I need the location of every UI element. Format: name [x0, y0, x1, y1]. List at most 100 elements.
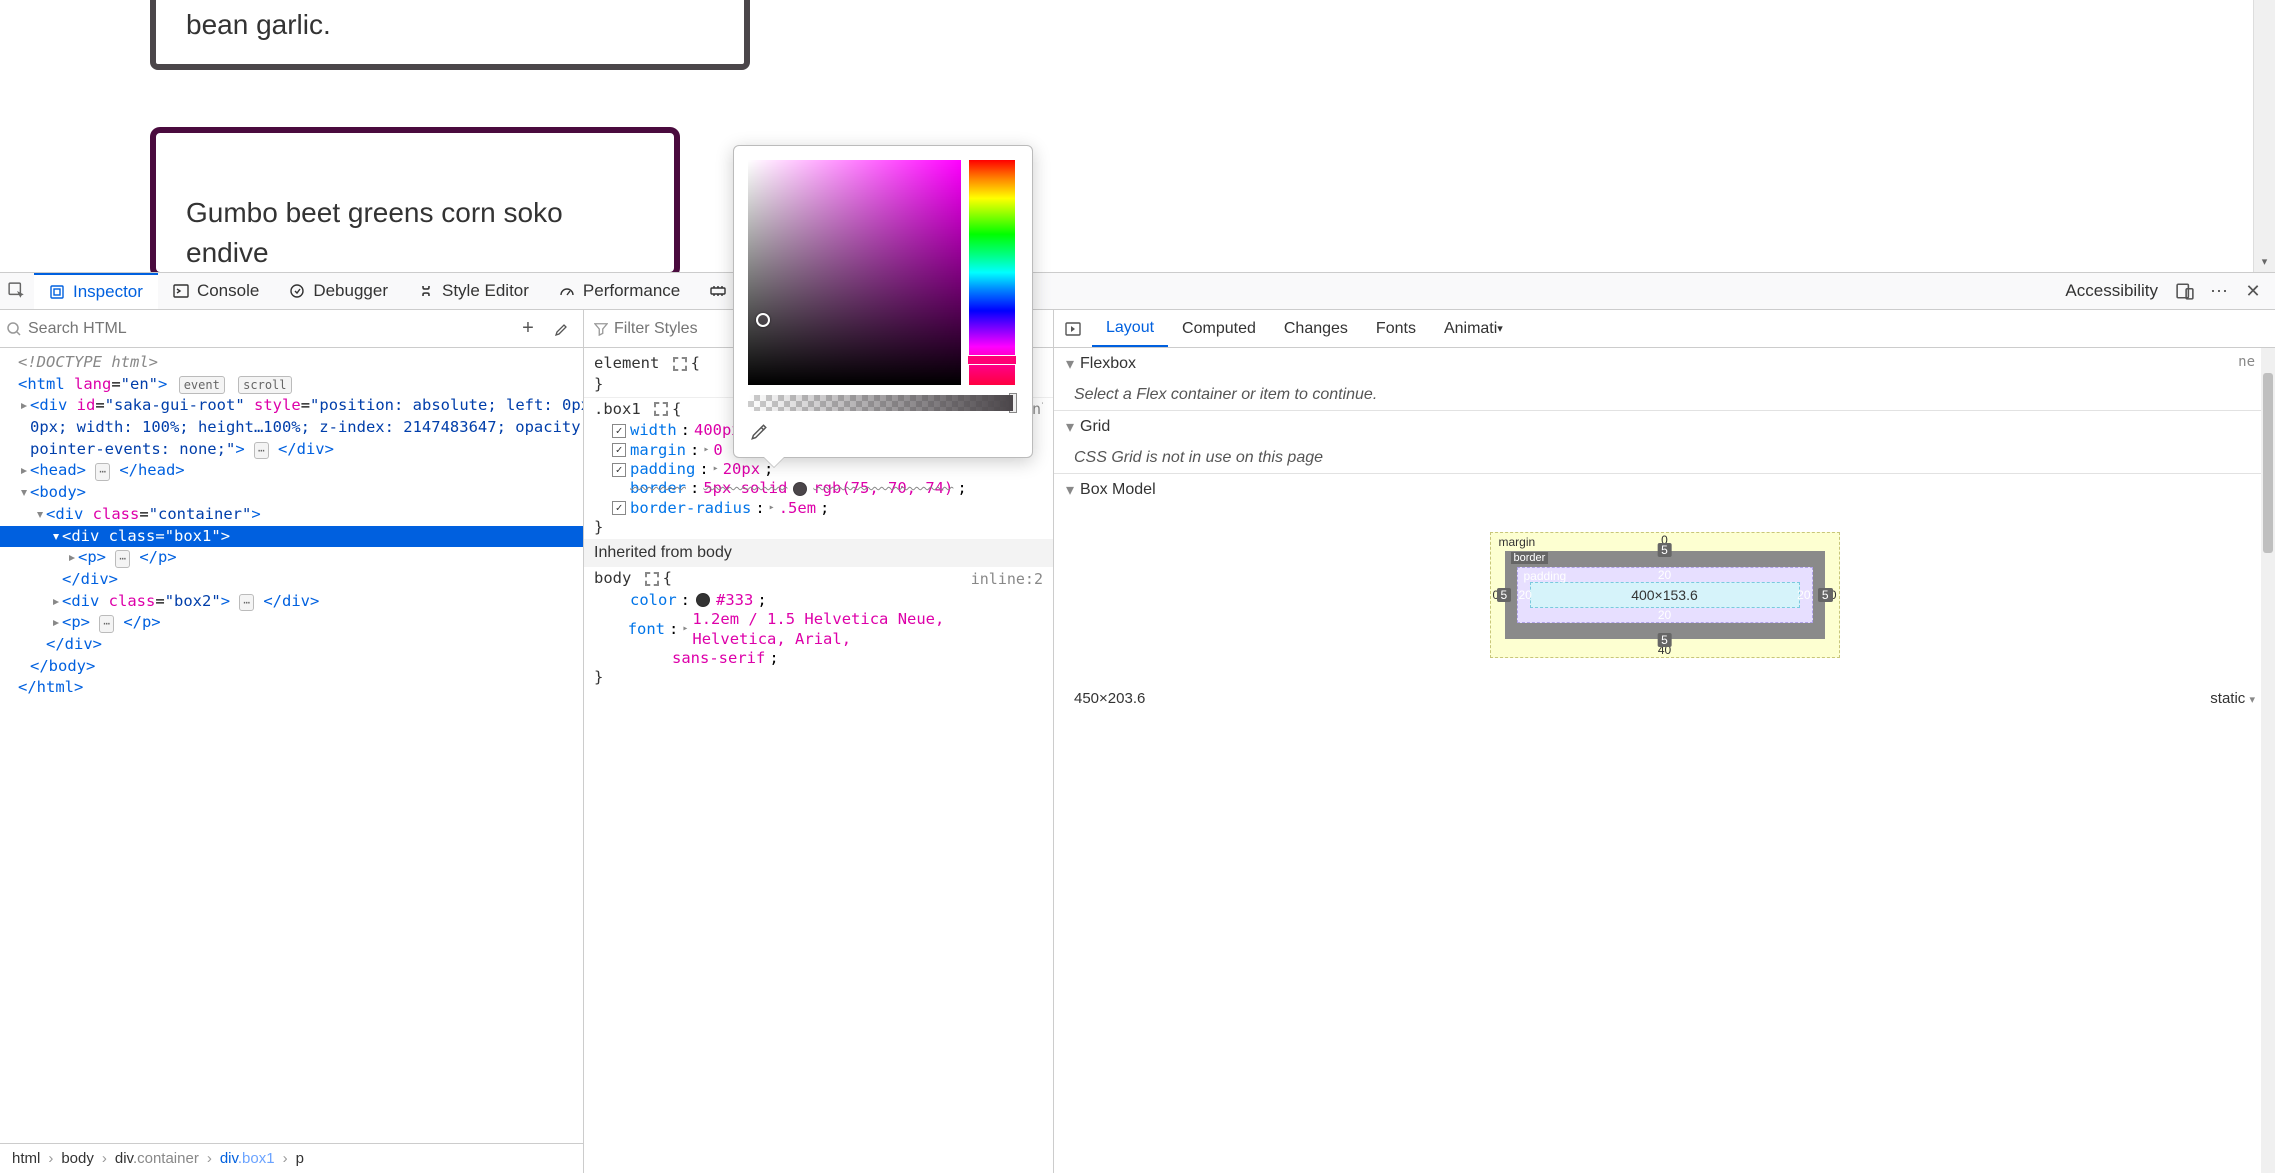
toggle-split-icon[interactable]: [1054, 321, 1092, 337]
tab-performance-label: Performance: [583, 281, 680, 301]
tab-style-editor-label: Style Editor: [442, 281, 529, 301]
box1-text: amaranth tatsoi tomatillo melon azuki be…: [186, 0, 648, 40]
tab-performance[interactable]: Performance: [544, 273, 695, 309]
inherited-header: Inherited from body: [584, 539, 1053, 567]
rtab-layout[interactable]: Layout: [1092, 310, 1168, 347]
dom-box1-selected[interactable]: ▾<div class="box1">: [0, 526, 583, 548]
rtab-computed[interactable]: Computed: [1168, 310, 1270, 347]
dom-saka[interactable]: ▸<div id="saka-gui-root" style="position…: [0, 395, 583, 417]
pick-element-icon[interactable]: [0, 273, 34, 309]
dom-pane: + <!DOCTYPE html> <html lang="en"> event…: [0, 310, 584, 1173]
color-saturation-field[interactable]: [748, 160, 961, 385]
element-size: 450×203.6: [1074, 690, 1145, 707]
add-node-button[interactable]: +: [513, 314, 543, 344]
box2-text: Gumbo beet greens corn soko endive: [186, 197, 563, 267]
rtab-changes[interactable]: Changes: [1270, 310, 1362, 347]
box-model-diagram[interactable]: margin 0 40 0 0 border 5 5 5 5 padding: [1054, 506, 2275, 684]
dom-p1[interactable]: ▸<p> ⋯ </p>: [0, 547, 583, 569]
dom-tree[interactable]: <!DOCTYPE html> <html lang="en"> event s…: [0, 348, 583, 1143]
dom-saka3[interactable]: pointer-events: none;"> ⋯ </div>: [0, 439, 583, 461]
dom-html-close[interactable]: </html>: [0, 677, 583, 699]
dom-container[interactable]: ▾<div class="container">: [0, 504, 583, 526]
grid-empty: CSS Grid is not in use on this page: [1054, 443, 2275, 473]
boxmodel-section[interactable]: ▾Box Model: [1054, 473, 2275, 506]
content-box-2: Gumbo beet greens corn soko endive: [150, 127, 680, 272]
funnel-icon: [594, 322, 608, 336]
tab-console[interactable]: Console: [158, 273, 274, 309]
prop-border-radius[interactable]: ✓ border-radius: ▸.5em;: [594, 499, 1043, 518]
content-box-1: amaranth tatsoi tomatillo melon azuki be…: [150, 0, 750, 70]
dom-saka2[interactable]: 0px; width: 100%; height…100%; z-index: …: [0, 417, 583, 439]
color-sv-handle[interactable]: [756, 313, 770, 327]
bm-content-size[interactable]: 400×153.6: [1530, 582, 1800, 608]
eyedropper-button[interactable]: [547, 314, 577, 344]
close-icon[interactable]: ✕: [2241, 279, 2265, 303]
dom-body-close[interactable]: </body>: [0, 656, 583, 678]
layout-pane: Layout Computed Changes Fonts Animati ▾ …: [1054, 310, 2275, 1173]
kebab-menu-icon[interactable]: ⋯: [2207, 279, 2231, 303]
dom-html[interactable]: <html lang="en"> event scroll: [0, 374, 583, 396]
highlight-icon[interactable]: [673, 357, 687, 371]
tab-console-label: Console: [197, 281, 259, 301]
bc-body[interactable]: body: [61, 1150, 94, 1167]
color-picker-popover[interactable]: [733, 145, 1033, 458]
highlight-icon[interactable]: [654, 402, 668, 416]
breadcrumb[interactable]: html› body› div.container› div.box1› p: [0, 1143, 583, 1173]
grid-section[interactable]: ▾Grid: [1054, 410, 2275, 443]
prop-font[interactable]: font: ▸1.2em / 1.5 Helvetica Neue, Helve…: [594, 610, 1043, 649]
right-tabs: Layout Computed Changes Fonts Animati ▾: [1054, 310, 2275, 348]
alpha-thumb[interactable]: [1009, 393, 1017, 413]
tab-inspector-label: Inspector: [73, 282, 143, 302]
page-scrollbar[interactable]: ▾: [2253, 0, 2275, 272]
search-html-input[interactable]: [28, 320, 509, 338]
dom-container-close[interactable]: </div>: [0, 634, 583, 656]
dom-box1-close[interactable]: </div>: [0, 569, 583, 591]
bc-container[interactable]: div.container: [115, 1150, 199, 1167]
right-scrollbar[interactable]: [2261, 348, 2275, 1173]
tab-inspector[interactable]: Inspector: [34, 273, 158, 309]
memory-icon: [710, 283, 726, 299]
debugger-icon: [289, 283, 305, 299]
prop-border[interactable]: border: 5px solid rgb(75, 70, 74);: [594, 479, 1043, 498]
eyedropper-icon[interactable]: [748, 421, 770, 443]
search-html[interactable]: [6, 320, 509, 338]
style-editor-icon: [418, 283, 434, 299]
responsive-mode-icon[interactable]: [2173, 279, 2197, 303]
position-value[interactable]: static ▾: [2210, 690, 2255, 707]
dom-head[interactable]: ▸<head> ⋯ </head>: [0, 460, 583, 482]
color-swatch[interactable]: [793, 482, 807, 496]
dom-doctype[interactable]: <!DOCTYPE html>: [0, 352, 583, 374]
hue-thumb[interactable]: [967, 355, 1017, 365]
bc-p[interactable]: p: [296, 1150, 304, 1167]
devtools-tabstrip: Inspector Console Debugger Style Editor …: [0, 272, 2275, 310]
prop-color[interactable]: color: #333;: [594, 591, 1043, 610]
prop-padding[interactable]: ✓ padding: ▸20px;: [594, 460, 1043, 479]
tab-debugger[interactable]: Debugger: [274, 273, 403, 309]
dom-p2[interactable]: ▸<p> ⋯ </p>: [0, 612, 583, 634]
tab-accessibility[interactable]: Accessibility: [2050, 273, 2173, 309]
highlight-icon[interactable]: [645, 572, 659, 586]
bc-box1[interactable]: div.box1: [220, 1150, 275, 1167]
dom-body[interactable]: ▾<body>: [0, 482, 583, 504]
tab-accessibility-label: Accessibility: [2065, 281, 2158, 301]
console-icon: [173, 283, 189, 299]
partial-text: ne: [2238, 354, 2255, 370]
page-viewport: amaranth tatsoi tomatillo melon azuki be…: [0, 0, 2253, 272]
prop-font2[interactable]: sans-serif;: [594, 649, 1043, 668]
inspector-icon: [49, 284, 65, 300]
color-hue-slider[interactable]: [969, 160, 1015, 385]
flexbox-section[interactable]: ▾Flexbox: [1054, 348, 2275, 380]
color-swatch[interactable]: [696, 593, 710, 607]
devtools-panel: Inspector Console Debugger Style Editor …: [0, 272, 2275, 1173]
scroll-down-icon[interactable]: ▾: [2254, 250, 2275, 272]
bc-html[interactable]: html: [12, 1150, 40, 1167]
rtab-fonts[interactable]: Fonts: [1362, 310, 1430, 347]
search-icon: [6, 321, 22, 337]
tab-debugger-label: Debugger: [313, 281, 388, 301]
color-alpha-slider[interactable]: [748, 395, 1013, 411]
performance-icon: [559, 283, 575, 299]
tab-style-editor[interactable]: Style Editor: [403, 273, 544, 309]
css-rules[interactable]: element { } .box1 {inline:16 ✓ width: 40…: [584, 348, 1053, 1173]
rtab-animations[interactable]: Animati ▾: [1430, 310, 1517, 347]
dom-box2[interactable]: ▸<div class="box2"> ⋯ </div>: [0, 591, 583, 613]
